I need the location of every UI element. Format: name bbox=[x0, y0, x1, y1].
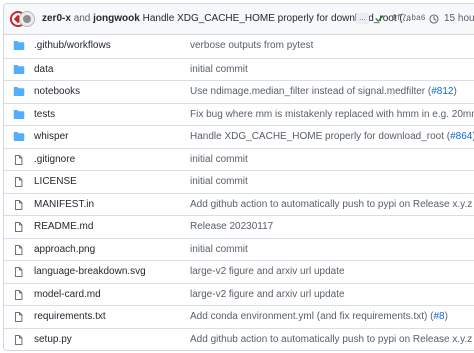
pull-request-link[interactable]: #8 bbox=[433, 311, 444, 322]
file-name-link[interactable]: model-card.md bbox=[34, 288, 101, 301]
commit-message-text[interactable]: initial commit bbox=[190, 244, 248, 255]
folder-icon bbox=[13, 40, 25, 51]
commit-message-link[interactable]: large-v2 figure and arxiv url update bbox=[190, 288, 345, 301]
commit-message-link[interactable]: Handle XDG_CACHE_HOME properly for downl… bbox=[190, 130, 474, 143]
commit-message-text[interactable]: Use ndimage.median_filter instead of sig… bbox=[190, 86, 431, 97]
commit-message-link[interactable]: Add conda environment.yml (and fix requi… bbox=[190, 310, 448, 323]
file-row[interactable]: notebooks Use ndimage.median_filter inste… bbox=[4, 80, 474, 103]
commit-hash-link[interactable]: 9f7aba6 bbox=[392, 13, 426, 25]
folder-icon bbox=[13, 109, 25, 120]
file-row[interactable]: approach.png initial commit bbox=[4, 237, 474, 261]
folder-icon bbox=[13, 86, 25, 97]
file-icon bbox=[13, 289, 25, 300]
commit-message-text[interactable]: Add github action to automatically push … bbox=[190, 199, 474, 210]
commit-message-link[interactable]: Fix bug where mm is mistakenly replaced … bbox=[190, 108, 474, 121]
file-icon bbox=[13, 199, 25, 210]
file-row[interactable]: README.md Release 20230117 bbox=[4, 215, 474, 238]
file-name-link[interactable]: requirements.txt bbox=[34, 310, 106, 323]
commit-message-text[interactable]: large-v2 figure and arxiv url update bbox=[190, 266, 345, 277]
commit-message-link[interactable]: Add github action to automatically push … bbox=[190, 333, 474, 346]
file-name-link[interactable]: language-breakdown.svg bbox=[34, 265, 146, 278]
author-link-1[interactable]: zer0-x bbox=[42, 13, 71, 24]
commit-message-text[interactable]: verbose outputs from pytest bbox=[190, 40, 313, 51]
file-browser-panel: zer0-x and jongwook Handle XDG_CACHE_HOM… bbox=[3, 3, 474, 351]
file-name-link[interactable]: approach.png bbox=[34, 243, 95, 256]
file-icon bbox=[13, 221, 25, 232]
file-name-link[interactable]: MANIFEST.in bbox=[34, 198, 94, 211]
file-name-link[interactable]: .gitignore bbox=[34, 153, 75, 166]
commit-time: 15 hours ago bbox=[444, 13, 474, 24]
file-row[interactable]: MANIFEST.in Add github action to automati… bbox=[4, 192, 474, 216]
file-name-link[interactable]: data bbox=[34, 63, 53, 76]
file-icon bbox=[13, 266, 25, 277]
commit-message-link[interactable]: verbose outputs from pytest bbox=[190, 39, 313, 52]
commit-message-link[interactable]: Use ndimage.median_filter instead of sig… bbox=[190, 85, 457, 98]
file-name-link[interactable]: .github/workflows bbox=[34, 39, 111, 52]
commit-message-text[interactable]: Add github action to automatically push … bbox=[190, 334, 474, 345]
file-name-link[interactable]: README.md bbox=[34, 220, 93, 233]
folder-icon bbox=[13, 131, 25, 142]
pull-request-link[interactable]: #864 bbox=[450, 131, 472, 142]
commit-message-text[interactable]: initial commit bbox=[190, 176, 248, 187]
file-row[interactable]: LICENSE initial commit bbox=[4, 170, 474, 193]
file-icon bbox=[13, 154, 25, 165]
commit-message-link[interactable]: initial commit bbox=[190, 243, 248, 256]
closing-paren: ) bbox=[444, 311, 448, 322]
file-icon bbox=[13, 244, 25, 255]
file-row[interactable]: requirements.txt Add conda environment.ym… bbox=[4, 305, 474, 328]
and-text: and bbox=[73, 13, 91, 24]
file-icon bbox=[13, 311, 25, 322]
commit-message-text[interactable]: large-v2 figure and arxiv url update bbox=[190, 289, 345, 300]
commit-message-link[interactable]: initial commit bbox=[190, 153, 248, 166]
file-row[interactable]: .github/workflows verbose outputs from py… bbox=[4, 35, 474, 58]
author-link-2[interactable]: jongwook bbox=[93, 13, 140, 24]
pull-request-link[interactable]: #812 bbox=[431, 86, 453, 97]
file-name-link[interactable]: whisper bbox=[34, 130, 68, 143]
file-icon bbox=[13, 176, 25, 187]
commit-message-text[interactable]: Handle XDG_CACHE_HOME properly for downl… bbox=[190, 131, 450, 142]
commit-message-link[interactable]: initial commit bbox=[190, 63, 248, 76]
commit-message-text[interactable]: Release 20230117 bbox=[190, 221, 273, 232]
file-name-link[interactable]: LICENSE bbox=[34, 175, 77, 188]
folder-icon bbox=[13, 64, 25, 75]
file-row[interactable]: tests Fix bug where mm is mistakenly repl… bbox=[4, 102, 474, 126]
file-list: .github/workflows verbose outputs from py… bbox=[4, 35, 474, 350]
commit-message-text[interactable]: Add conda environment.yml (and fix requi… bbox=[190, 311, 433, 322]
file-row[interactable]: whisper Handle XDG_CACHE_HOME properly fo… bbox=[4, 125, 474, 148]
file-row[interactable]: data initial commit bbox=[4, 57, 474, 81]
file-name-link[interactable]: notebooks bbox=[34, 85, 80, 98]
file-row[interactable]: .gitignore initial commit bbox=[4, 147, 474, 171]
check-icon[interactable] bbox=[375, 14, 384, 23]
clock-icon bbox=[429, 14, 439, 24]
author-avatar-2[interactable] bbox=[19, 11, 35, 27]
file-row[interactable]: model-card.md large-v2 figure and arxiv u… bbox=[4, 282, 474, 306]
file-row[interactable]: setup.py Add github action to automatical… bbox=[4, 327, 474, 351]
commit-message-link[interactable]: Handle XDG_CACHE_HOME properly for downl… bbox=[143, 13, 411, 24]
commit-message-text[interactable]: initial commit bbox=[190, 64, 248, 75]
closing-paren: ) bbox=[453, 86, 457, 97]
commit-message-link[interactable]: initial commit bbox=[190, 175, 248, 188]
commit-message-link[interactable]: Add github action to automatically push … bbox=[190, 198, 474, 211]
commit-message-link[interactable]: large-v2 figure and arxiv url update bbox=[190, 265, 345, 278]
expand-message-button[interactable]: ... bbox=[356, 13, 369, 24]
file-icon bbox=[13, 334, 25, 345]
file-name-link[interactable]: tests bbox=[34, 108, 55, 121]
file-name-link[interactable]: setup.py bbox=[34, 333, 72, 346]
commit-message-text[interactable]: Fix bug where mm is mistakenly replaced … bbox=[190, 109, 474, 120]
commit-message-text[interactable]: initial commit bbox=[190, 154, 248, 165]
latest-commit-header: zer0-x and jongwook Handle XDG_CACHE_HOM… bbox=[4, 4, 474, 35]
commit-message-link[interactable]: Release 20230117 bbox=[190, 220, 273, 233]
file-row[interactable]: language-breakdown.svg large-v2 figure an… bbox=[4, 260, 474, 283]
